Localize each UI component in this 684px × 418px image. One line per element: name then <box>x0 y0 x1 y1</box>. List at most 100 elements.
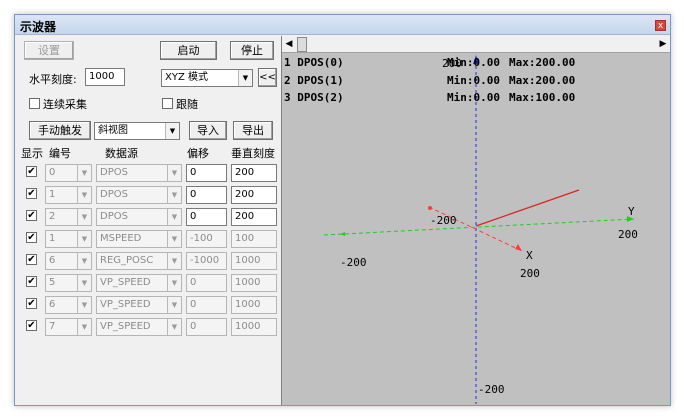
channel-value: 2 <box>49 211 56 222</box>
z-neg-label: -200 <box>478 383 505 396</box>
header-offset: 偏移 <box>187 147 209 160</box>
scale-input[interactable]: 1000 <box>231 296 277 314</box>
chevron-down-icon: ▼ <box>167 275 181 291</box>
channel-select[interactable]: 1 ▼ <box>45 230 92 248</box>
source-value: DPOS <box>100 167 128 178</box>
source-value: MSPEED <box>100 233 142 244</box>
offset-input[interactable]: -1000 <box>186 252 227 270</box>
legend-max: Max:200.00 <box>509 74 576 87</box>
channel-value: 7 <box>49 321 56 332</box>
h-scale-input[interactable]: 1000 <box>85 68 125 86</box>
legend-series-name: 3 DPOS(2) <box>284 91 344 104</box>
y-axis-name: Y <box>628 205 635 218</box>
source-select[interactable]: VP_SPEED ▼ <box>96 318 182 336</box>
channel-select[interactable]: 2 ▼ <box>45 208 92 226</box>
header-scale: 垂直刻度 <box>231 147 275 160</box>
channel-value: 5 <box>49 277 56 288</box>
x-axis-name: X <box>526 249 533 262</box>
scale-input[interactable]: 200 <box>231 208 277 226</box>
scale-input[interactable]: 100 <box>231 230 277 248</box>
legend-max: Max:100.00 <box>509 91 576 104</box>
plot-area[interactable]: ◀ ▶ 200 Y 200 -200 -200 X 200 -200 1 DPO… <box>281 36 670 405</box>
show-checkbox[interactable]: ✔ <box>26 320 37 331</box>
chevron-down-icon: ▼ <box>77 165 91 181</box>
chevron-down-icon: ▼ <box>77 253 91 269</box>
continuous-checkbox[interactable] <box>29 98 40 109</box>
header-show: 显示 <box>21 147 43 160</box>
trace-line <box>475 189 580 227</box>
scroll-left-icon[interactable]: ◀ <box>282 37 296 52</box>
title-bar: 示波器 x <box>15 15 670 35</box>
offset-input[interactable]: 0 <box>186 208 227 226</box>
chevron-down-icon: ▼ <box>77 275 91 291</box>
source-select[interactable]: DPOS ▼ <box>96 164 182 182</box>
chevron-down-icon: ▼ <box>77 319 91 335</box>
channel-value: 1 <box>49 189 56 200</box>
source-select[interactable]: REG_POSC ▼ <box>96 252 182 270</box>
y-axis-line <box>323 218 635 236</box>
show-checkbox[interactable]: ✔ <box>26 166 37 177</box>
close-button[interactable]: x <box>655 20 666 31</box>
scale-input[interactable]: 200 <box>231 164 277 182</box>
show-checkbox[interactable]: ✔ <box>26 232 37 243</box>
scale-input[interactable]: 1000 <box>231 274 277 292</box>
channel-select[interactable]: 7 ▼ <box>45 318 92 336</box>
source-value: VP_SPEED <box>100 299 151 310</box>
scrollbar-thumb[interactable] <box>297 37 307 52</box>
offset-input[interactable]: -100 <box>186 230 227 248</box>
show-checkbox[interactable]: ✔ <box>26 210 37 221</box>
channel-select[interactable]: 6 ▼ <box>45 252 92 270</box>
chevron-down-icon: ▼ <box>167 187 181 203</box>
channel-select[interactable]: 1 ▼ <box>45 186 92 204</box>
channel-value: 6 <box>49 255 56 266</box>
x-pos-label: 200 <box>520 267 540 280</box>
scroll-right-icon[interactable]: ▶ <box>656 37 670 52</box>
manual-trigger-button[interactable]: 手动触发 <box>29 121 91 140</box>
source-value: VP_SPEED <box>100 321 151 332</box>
legend-min: Min:0.00 <box>447 91 500 104</box>
import-button[interactable]: 导入 <box>189 121 227 140</box>
source-select[interactable]: VP_SPEED ▼ <box>96 274 182 292</box>
scale-input[interactable]: 1000 <box>231 318 277 336</box>
mode-select[interactable]: XYZ 模式 ▼ <box>161 69 253 87</box>
export-button[interactable]: 导出 <box>233 121 273 140</box>
follow-checkbox[interactable] <box>162 98 173 109</box>
offset-input[interactable]: 0 <box>186 318 227 336</box>
show-checkbox[interactable]: ✔ <box>26 298 37 309</box>
chevron-down-icon: ▼ <box>165 123 179 139</box>
y-axis-tick-icon <box>340 232 345 236</box>
show-checkbox[interactable]: ✔ <box>26 254 37 265</box>
show-checkbox[interactable]: ✔ <box>26 188 37 199</box>
scale-input[interactable]: 200 <box>231 186 277 204</box>
chevron-down-icon: ▼ <box>167 209 181 225</box>
offset-input[interactable]: 0 <box>186 186 227 204</box>
source-select[interactable]: VP_SPEED ▼ <box>96 296 182 314</box>
y-pos-label: 200 <box>618 228 638 241</box>
offset-input[interactable]: 0 <box>186 274 227 292</box>
scale-input[interactable]: 1000 <box>231 252 277 270</box>
channel-select[interactable]: 6 ▼ <box>45 296 92 314</box>
offset-input[interactable]: 0 <box>186 296 227 314</box>
header-num: 编号 <box>49 147 71 160</box>
x-axis-arrow-icon <box>515 244 522 251</box>
y-neg-label: -200 <box>340 256 367 269</box>
collapse-button[interactable]: << <box>258 68 277 87</box>
show-checkbox[interactable]: ✔ <box>26 276 37 287</box>
horizontal-scrollbar[interactable]: ◀ ▶ <box>282 36 670 53</box>
chevron-down-icon: ▼ <box>167 253 181 269</box>
start-button[interactable]: 启动 <box>160 41 217 60</box>
source-select[interactable]: MSPEED ▼ <box>96 230 182 248</box>
source-select[interactable]: DPOS ▼ <box>96 208 182 226</box>
source-select[interactable]: DPOS ▼ <box>96 186 182 204</box>
stop-button[interactable]: 停止 <box>230 41 274 60</box>
settings-button[interactable]: 设置 <box>24 41 74 60</box>
mode-select-value: XYZ 模式 <box>165 72 208 83</box>
xyz-plot: 200 Y 200 -200 -200 X 200 -200 <box>323 55 638 404</box>
view-select[interactable]: 斜视图 ▼ <box>94 122 180 140</box>
offset-input[interactable]: 0 <box>186 164 227 182</box>
chevron-down-icon: ▼ <box>167 319 181 335</box>
legend-max: Max:200.00 <box>509 56 576 69</box>
channel-select[interactable]: 5 ▼ <box>45 274 92 292</box>
channel-select[interactable]: 0 ▼ <box>45 164 92 182</box>
chevron-down-icon: ▼ <box>77 297 91 313</box>
